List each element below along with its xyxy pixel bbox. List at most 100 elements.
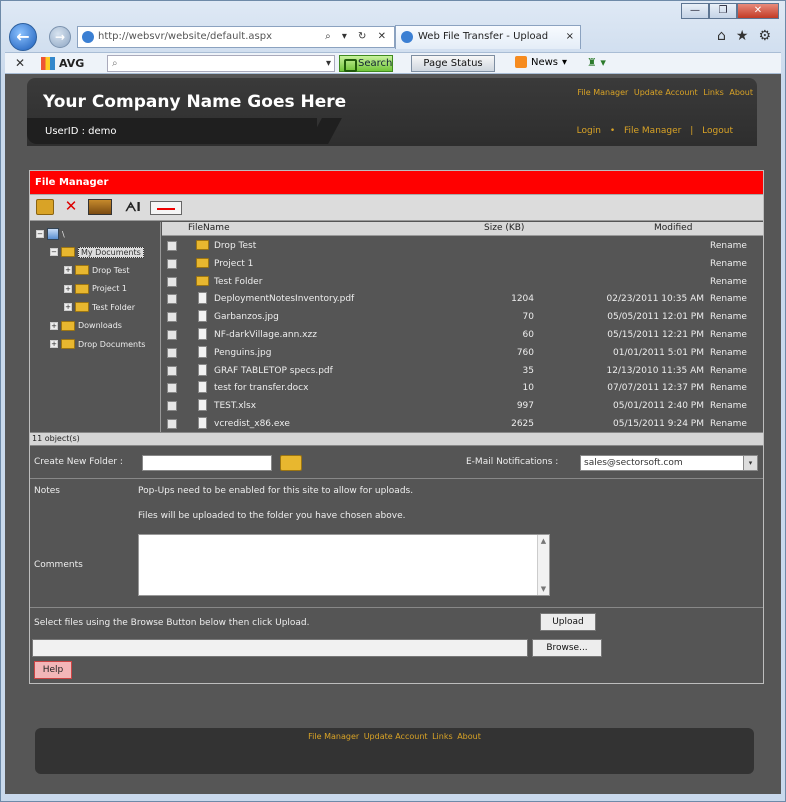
footer-link-about[interactable]: About [457,732,481,741]
file-manager-link[interactable]: File Manager [624,126,681,136]
rename-link[interactable]: Rename [710,294,747,304]
file-row[interactable]: GRAF TABLETOP specs.pdf 35 12/13/2010 11:3… [162,362,763,380]
row-checkbox[interactable] [167,401,177,412]
textarea-scrollbar[interactable]: ▲ ▼ [537,535,549,595]
favorites-icon[interactable]: ★ [736,28,749,44]
upload-button[interactable]: Upload [540,613,596,631]
tree-node[interactable]: + Drop Documents [50,339,145,349]
delete-icon[interactable]: ✕ [62,199,80,215]
search-button[interactable]: Search [339,55,393,72]
options-icon[interactable] [150,201,182,215]
file-row[interactable]: Garbanzos.jpg 70 05/05/2011 12:01 PM Rename [162,308,763,326]
tree-node[interactable]: + Project 1 [64,283,127,294]
gear-icon[interactable]: ⚙ [758,28,771,44]
footer-link-update-account[interactable]: Update Account [364,732,428,741]
row-checkbox[interactable] [167,419,177,429]
file-row[interactable]: NF-darkVillage.ann.xzz 60 05/15/2011 12:21… [162,326,763,344]
top-link-links[interactable]: Links [703,88,724,97]
tree-node[interactable]: − \ [36,228,65,240]
tree-node[interactable]: + Downloads [50,320,122,331]
new-folder-input[interactable] [142,455,272,471]
collapse-icon[interactable]: − [36,230,44,238]
avg-toolbar[interactable]: AVG [41,55,84,72]
comments-textarea[interactable]: ▲ ▼ [138,534,550,596]
expand-icon[interactable]: + [64,266,72,274]
footer-link-links[interactable]: Links [432,732,453,741]
tree-node[interactable]: + Drop Test [64,265,130,275]
login-link[interactable]: Login [577,126,601,136]
scroll-down-icon[interactable]: ▼ [538,585,549,593]
page-status-button[interactable]: Page Status [411,55,495,72]
rename-link[interactable]: Rename [710,419,747,429]
row-checkbox[interactable] [167,330,177,340]
rename-link[interactable]: Rename [710,348,747,358]
tree-node-label[interactable]: Drop Test [92,266,130,275]
file-row[interactable]: test for transfer.docx 10 07/07/2011 12:37… [162,379,763,397]
collapse-icon[interactable]: − [50,248,58,256]
file-name[interactable]: Garbanzos.jpg [214,312,279,322]
news-button[interactable]: News ▾ [515,56,567,68]
file-name[interactable]: vcredist_x86.exe [214,419,290,429]
tree-node-label[interactable]: Project 1 [92,284,127,293]
row-checkbox[interactable] [167,347,177,358]
chevron-down-icon[interactable]: ▾ [743,456,757,470]
close-window-button[interactable]: ✕ [737,3,779,19]
tree-node-label[interactable]: Drop Documents [78,340,145,349]
top-link-file-manager[interactable]: File Manager [577,88,628,97]
tab-upload[interactable]: Web File Transfer - Upload × [395,25,581,49]
browse-button[interactable]: Browse... [532,639,602,657]
email-select[interactable]: sales@sectorsoft.com ▾ [580,455,758,471]
logout-link[interactable]: Logout [702,126,733,136]
row-checkbox[interactable] [167,294,177,305]
tree-node[interactable]: − My Documents [50,246,144,258]
file-row[interactable]: DeploymentNotesInventory.pdf 1204 02/23/20… [162,290,763,308]
rename-link[interactable]: Rename [710,259,747,269]
column-size[interactable]: Size (KB) [484,223,524,233]
address-bar[interactable]: http://websvr/website/default.aspx ⌕ ▾ ↻… [77,26,395,48]
tree-node-label[interactable]: Test Folder [92,303,135,312]
rename-link[interactable]: Rename [710,312,747,322]
forward-button[interactable]: → [49,26,71,48]
rename-link[interactable]: Rename [710,330,747,340]
row-checkbox[interactable] [167,312,177,323]
file-name[interactable]: GRAF TABLETOP specs.pdf [214,366,333,376]
footer-link-file-manager[interactable]: File Manager [308,732,359,741]
file-name[interactable]: Test Folder [214,277,262,287]
rename-link[interactable]: Rename [710,241,747,251]
upload-icon[interactable] [88,199,112,215]
file-name[interactable]: TEST.xlsx [214,401,256,411]
rename-link[interactable]: Rename [710,277,747,287]
chevron-down-icon[interactable]: ▾ [326,56,331,71]
top-link-update-account[interactable]: Update Account [634,88,698,97]
rename-link[interactable]: Rename [710,366,747,376]
toolbar-extra-icon[interactable]: ♜ ▾ [587,56,606,69]
file-name[interactable]: NF-darkVillage.ann.xzz [214,330,317,340]
row-checkbox[interactable] [167,365,177,376]
create-folder-icon[interactable] [280,455,302,471]
rename-link[interactable]: Rename [710,401,747,411]
tree-node-label[interactable]: My Documents [78,246,144,258]
tree-node[interactable]: + Test Folder [64,302,135,312]
close-toolbar-icon[interactable]: ✕ [15,56,25,70]
file-row[interactable]: vcredist_x86.exe 2625 05/15/2011 9:24 PM Re… [162,415,763,432]
new-folder-icon[interactable] [36,199,54,215]
maximize-button[interactable]: ❐ [709,3,737,19]
row-checkbox[interactable] [167,241,177,251]
tree-node-label[interactable]: Downloads [78,321,122,330]
expand-icon[interactable]: + [50,321,58,330]
minimize-button[interactable]: — [681,3,709,19]
address-tools[interactable]: ⌕ ▾ ↻ ✕ [325,27,390,47]
file-row[interactable]: Penguins.jpg 760 01/01/2011 5:01 PM Rename [162,344,763,362]
help-button[interactable]: Help [34,661,72,679]
tree-node-label[interactable]: \ [62,230,65,239]
toolbar-search-input[interactable]: ⌕ ▾ [107,55,335,72]
file-name[interactable]: DeploymentNotesInventory.pdf [214,294,354,304]
file-row[interactable]: TEST.xlsx 997 05/01/2011 2:40 PM Rename [162,397,763,415]
close-tab-icon[interactable]: × [566,26,574,48]
file-name[interactable]: Project 1 [214,259,253,269]
rename-link[interactable]: Rename [710,383,747,393]
expand-icon[interactable]: + [50,340,58,348]
column-modified[interactable]: Modified [654,223,692,233]
scroll-up-icon[interactable]: ▲ [538,537,549,545]
file-row[interactable]: Project 1 Rename [162,255,763,273]
